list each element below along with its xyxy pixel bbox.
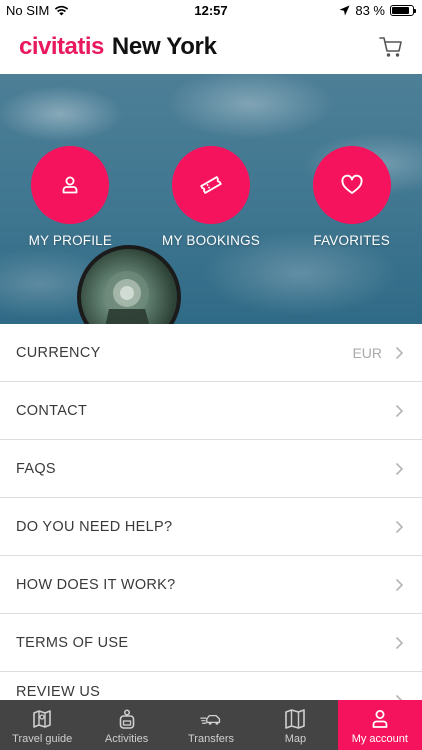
menu-item-label: HOW DOES IT WORK? xyxy=(16,576,176,593)
currency-value: EUR xyxy=(352,344,382,361)
tab-activities[interactable]: Activities xyxy=(84,700,168,750)
menu-item-label: CURRENCY xyxy=(16,344,101,361)
my-profile-label: MY PROFILE xyxy=(28,233,113,248)
location-arrow-icon xyxy=(339,5,350,16)
battery-percent: 83 % xyxy=(355,3,385,18)
tab-label: Activities xyxy=(104,733,149,745)
battery-fill xyxy=(392,7,409,14)
menu-item-terms[interactable]: TERMS OF USE xyxy=(0,614,422,672)
menu-item-label: FAQS xyxy=(16,460,56,477)
status-bar: No SIM 12:57 83 % xyxy=(0,0,422,22)
my-profile-button[interactable] xyxy=(31,146,110,224)
logo-city: New York xyxy=(111,33,217,60)
chevron-right-icon xyxy=(395,520,404,534)
favorites-shortcut[interactable]: FAVORITES xyxy=(281,146,422,248)
my-bookings-label: MY BOOKINGS xyxy=(162,233,260,248)
tab-label: Map xyxy=(284,733,307,745)
menu-item-label: TERMS OF USE xyxy=(16,634,129,651)
menu-item-contact[interactable]: CONTACT xyxy=(0,382,422,440)
backpack-icon xyxy=(119,709,134,729)
my-profile-shortcut[interactable]: MY PROFILE xyxy=(0,146,141,248)
menu-item-label: DO YOU NEED HELP? xyxy=(16,518,173,535)
tab-label: Transfers xyxy=(187,733,235,745)
tab-label: My account xyxy=(351,733,408,745)
user-icon xyxy=(62,176,78,194)
my-bookings-button[interactable] xyxy=(172,146,250,224)
map-icon xyxy=(285,709,306,729)
status-right: 83 % xyxy=(339,3,416,18)
my-bookings-shortcut[interactable]: MY BOOKINGS xyxy=(141,146,282,248)
menu-item-how-it-works[interactable]: HOW DOES IT WORK? xyxy=(0,556,422,614)
avatar-photo xyxy=(105,271,150,324)
chevron-right-icon xyxy=(395,404,404,418)
tab-label: Travel guide xyxy=(12,733,73,745)
map-book-icon xyxy=(33,710,52,728)
logo-brand: civitatis xyxy=(19,33,104,60)
tab-transfers[interactable]: Transfers xyxy=(169,700,253,750)
favorites-button[interactable] xyxy=(312,146,391,224)
menu-item-currency[interactable]: CURRENCY EUR xyxy=(0,324,422,382)
menu-item-label: REVIEW US xyxy=(16,684,101,700)
tab-my-account[interactable]: My account xyxy=(337,700,422,750)
battery-icon xyxy=(390,5,416,16)
app-logo[interactable]: civitatis New York xyxy=(19,33,217,61)
menu-item-faqs[interactable]: FAQS xyxy=(0,440,422,498)
tab-travel-guide[interactable]: Travel guide xyxy=(0,700,84,750)
tab-bar: Travel guide Activities Transfers Map My… xyxy=(0,700,422,750)
chevron-right-icon xyxy=(395,636,404,650)
account-hero: MY PROFILE MY BOOKINGS FAVORITES xyxy=(0,74,422,324)
avatar[interactable] xyxy=(77,245,181,324)
app-header: civitatis New York xyxy=(0,22,422,74)
menu-item-label: CONTACT xyxy=(16,402,88,419)
heart-icon xyxy=(341,174,363,194)
cart-button[interactable] xyxy=(378,34,404,60)
hero-shortcuts: MY PROFILE MY BOOKINGS FAVORITES xyxy=(0,146,422,248)
account-menu: CURRENCY EUR CONTACT FAQS DO YOU NEED HE… xyxy=(0,324,422,712)
tab-map[interactable]: Map xyxy=(253,700,337,750)
favorites-label: FAVORITES xyxy=(313,233,390,248)
chevron-right-icon xyxy=(395,462,404,476)
car-icon xyxy=(200,714,221,725)
user-icon xyxy=(372,710,388,728)
chevron-right-icon xyxy=(395,578,404,592)
chevron-right-icon xyxy=(395,346,404,360)
menu-item-help[interactable]: DO YOU NEED HELP? xyxy=(0,498,422,556)
ticket-icon xyxy=(200,176,222,194)
cart-icon xyxy=(379,37,402,57)
